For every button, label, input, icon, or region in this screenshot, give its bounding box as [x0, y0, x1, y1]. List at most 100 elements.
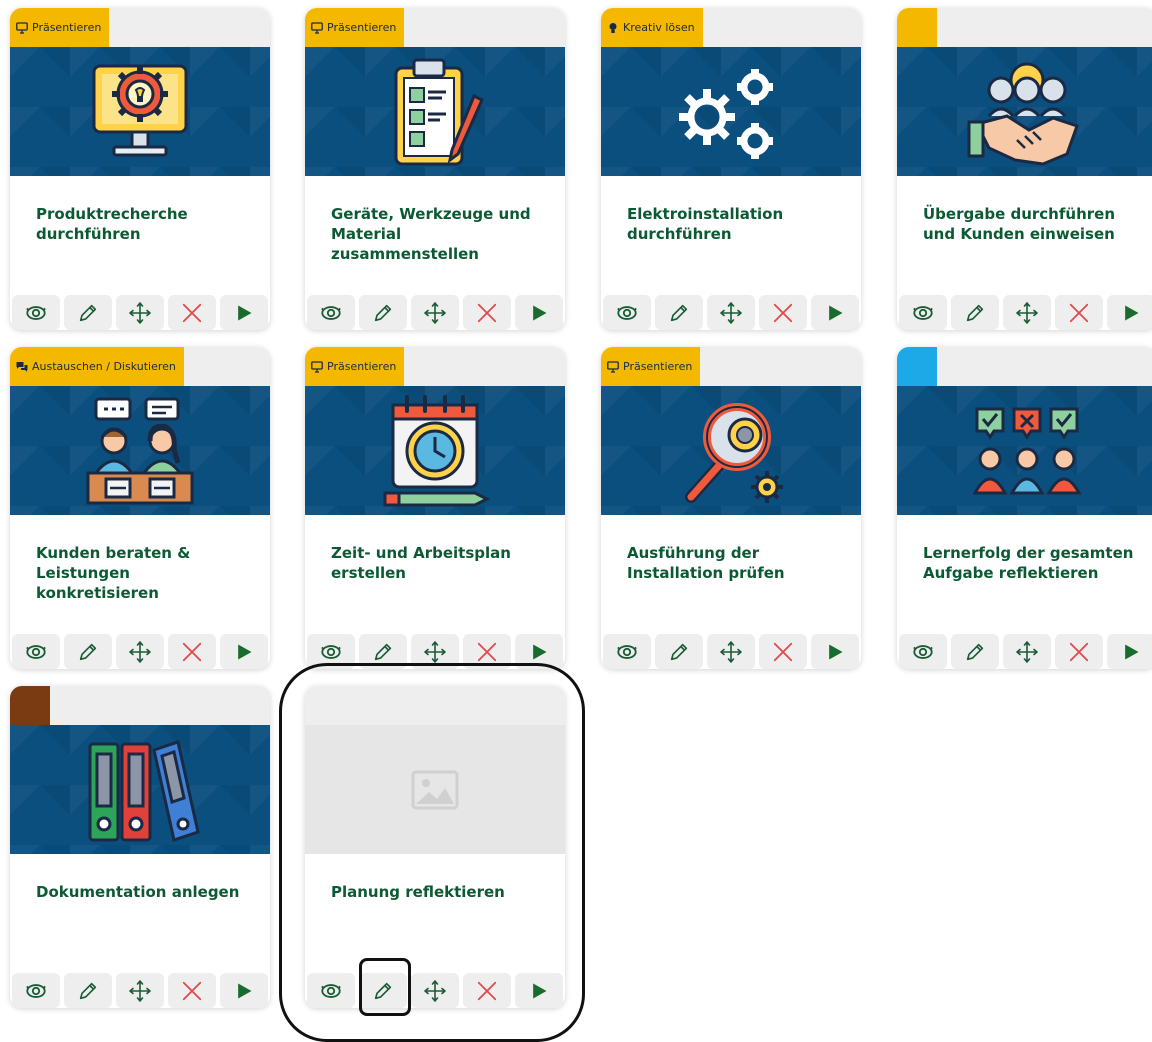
magnifier-gear-icon	[685, 402, 783, 503]
monitor-icon	[311, 361, 323, 373]
card-title: Zeit- und Arbeitsplan erstellen	[331, 544, 511, 582]
category-tag	[897, 347, 937, 386]
edit-button[interactable]	[655, 634, 703, 669]
tag-bar: Austauschen / Diskutieren	[10, 347, 270, 386]
delete-button[interactable]	[759, 295, 807, 330]
play-icon	[234, 642, 254, 662]
delete-button[interactable]	[759, 634, 807, 669]
card-actions	[601, 295, 861, 330]
delete-button[interactable]	[168, 634, 216, 669]
card-title: Lernerfolg der gesamten Aufgabe reflekti…	[923, 544, 1134, 582]
move-button[interactable]	[411, 634, 459, 669]
view-button[interactable]	[603, 295, 651, 330]
view-button[interactable]	[12, 973, 60, 1008]
card-actions	[897, 295, 1152, 330]
edit-button[interactable]	[951, 295, 999, 330]
move-button[interactable]	[411, 295, 459, 330]
view-button[interactable]	[12, 295, 60, 330]
view-button[interactable]	[12, 634, 60, 669]
category-tag: Präsentieren	[305, 8, 405, 47]
delete-icon	[772, 302, 794, 324]
consultation-icon	[86, 397, 194, 504]
move-button[interactable]	[1003, 295, 1051, 330]
card-image	[305, 386, 565, 515]
tag-bar: Präsentieren	[305, 8, 565, 47]
edit-button[interactable]	[359, 973, 407, 1008]
task-card: Planung reflektieren	[305, 686, 565, 1008]
card-image	[305, 725, 565, 854]
move-button[interactable]	[116, 634, 164, 669]
card-image	[601, 386, 861, 515]
move-button[interactable]	[707, 295, 755, 330]
view-button[interactable]	[899, 295, 947, 330]
delete-icon	[772, 641, 794, 663]
tag-bar	[897, 347, 1152, 386]
play-button[interactable]	[1107, 295, 1152, 330]
play-button[interactable]	[220, 973, 268, 1008]
card-title: Übergabe durchführen und Kunden einweise…	[923, 205, 1115, 243]
view-button[interactable]	[307, 973, 355, 1008]
category-tag-label: Kreativ lösen	[623, 21, 695, 34]
tag-bar: Präsentieren	[10, 8, 270, 47]
edit-button[interactable]	[951, 634, 999, 669]
delete-button[interactable]	[1055, 634, 1103, 669]
task-card: Dokumentation anlegen	[10, 686, 270, 1008]
view-button[interactable]	[899, 634, 947, 669]
edit-button[interactable]	[64, 295, 112, 330]
delete-button[interactable]	[168, 973, 216, 1008]
play-icon	[529, 303, 549, 323]
delete-button[interactable]	[463, 634, 511, 669]
edit-button[interactable]	[655, 295, 703, 330]
clipboard-checklist-icon	[394, 58, 484, 165]
view-button[interactable]	[307, 634, 355, 669]
play-icon	[529, 981, 549, 1001]
edit-icon	[964, 641, 986, 663]
play-icon	[234, 303, 254, 323]
delete-button[interactable]	[463, 295, 511, 330]
play-button[interactable]	[1107, 634, 1152, 669]
view-button[interactable]	[603, 634, 651, 669]
move-button[interactable]	[707, 634, 755, 669]
play-button[interactable]	[811, 634, 859, 669]
edit-icon	[77, 980, 99, 1002]
card-actions	[305, 295, 565, 330]
play-button[interactable]	[515, 973, 563, 1008]
edit-button[interactable]	[359, 634, 407, 669]
delete-icon	[181, 302, 203, 324]
play-button[interactable]	[811, 295, 859, 330]
card-title: Kunden beraten & Leistungen konkretisier…	[36, 544, 191, 602]
edit-button[interactable]	[359, 295, 407, 330]
move-button[interactable]	[116, 295, 164, 330]
binders-icon	[88, 739, 200, 842]
edit-icon	[668, 302, 690, 324]
calendar-clock-icon	[383, 394, 491, 506]
monitor-icon	[16, 22, 28, 34]
delete-button[interactable]	[463, 973, 511, 1008]
chat-icon	[16, 361, 28, 373]
play-button[interactable]	[220, 295, 268, 330]
play-button[interactable]	[220, 634, 268, 669]
edit-button[interactable]	[64, 634, 112, 669]
edit-icon	[964, 302, 986, 324]
task-card: Übergabe durchführen und Kunden einweise…	[897, 8, 1152, 330]
edit-icon	[77, 641, 99, 663]
view-icon	[912, 641, 934, 663]
image-placeholder-icon	[411, 770, 459, 809]
move-button[interactable]	[1003, 634, 1051, 669]
view-button[interactable]	[307, 295, 355, 330]
move-icon	[423, 979, 447, 1003]
card-image	[10, 725, 270, 854]
play-button[interactable]	[515, 295, 563, 330]
move-icon	[719, 640, 743, 664]
delete-button[interactable]	[1055, 295, 1103, 330]
edit-button[interactable]	[64, 973, 112, 1008]
play-button[interactable]	[515, 634, 563, 669]
delete-icon	[1068, 302, 1090, 324]
move-button[interactable]	[116, 973, 164, 1008]
delete-icon	[476, 302, 498, 324]
delete-button[interactable]	[168, 295, 216, 330]
category-tag-label: Präsentieren	[32, 21, 102, 34]
card-title: Planung reflektieren	[331, 883, 505, 901]
category-tag: Präsentieren	[305, 347, 405, 386]
move-button[interactable]	[411, 973, 459, 1008]
